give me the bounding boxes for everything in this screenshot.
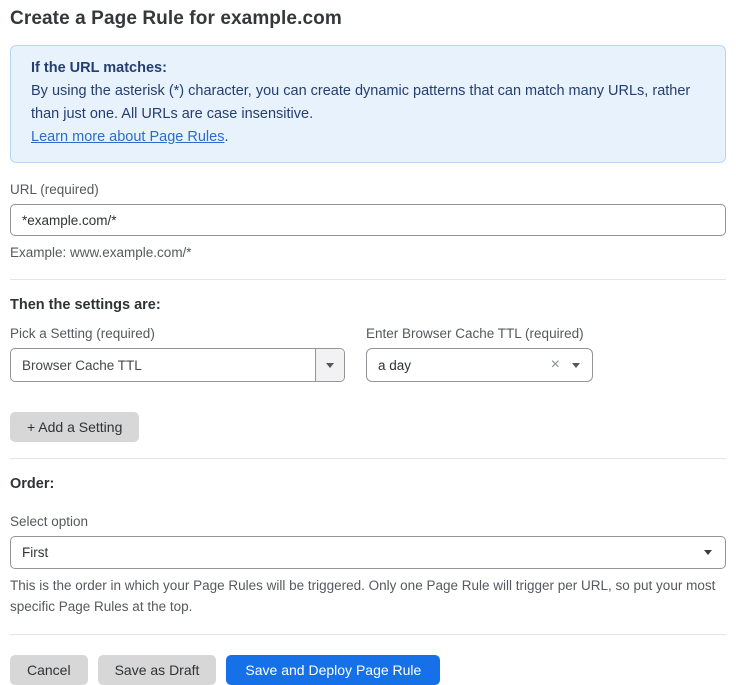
order-helper-text: This is the order in which your Page Rul… [10,575,726,617]
clear-icon[interactable]: × [545,357,566,373]
pick-setting-caret-cell[interactable] [315,349,344,381]
footer-actions: Cancel Save as Draft Save and Deploy Pag… [10,655,726,685]
pick-setting-select[interactable]: Browser Cache TTL [10,348,345,382]
learn-more-link[interactable]: Learn more about Page Rules [31,129,224,145]
info-box-body: By using the asterisk (*) character, you… [31,80,705,126]
link-period: . [224,129,228,145]
page-title: Create a Page Rule for example.com [10,8,726,30]
url-input[interactable] [10,204,726,236]
add-setting-button[interactable]: + Add a Setting [10,412,139,442]
save-as-draft-button[interactable]: Save as Draft [98,655,217,685]
ttl-column: Enter Browser Cache TTL (required) a day… [366,313,606,382]
cancel-button[interactable]: Cancel [10,655,88,685]
url-match-info-box: If the URL matches: By using the asteris… [10,45,726,163]
chevron-down-icon [572,363,580,368]
pick-setting-column: Pick a Setting (required) Browser Cache … [10,313,366,382]
ttl-label: Enter Browser Cache TTL (required) [366,326,606,341]
page-rule-form: Create a Page Rule for example.com If th… [0,0,736,685]
pick-setting-label: Pick a Setting (required) [10,326,366,341]
order-heading: Order: [10,476,726,492]
ttl-value: a day [367,358,545,373]
url-helper-text: Example: www.example.com/* [10,243,726,262]
settings-row: Pick a Setting (required) Browser Cache … [10,313,726,382]
divider [10,634,726,635]
info-box-link-line: Learn more about Page Rules. [31,126,705,149]
save-and-deploy-button[interactable]: Save and Deploy Page Rule [226,655,440,685]
chevron-down-icon [326,363,334,368]
info-box-heading: If the URL matches: [31,57,705,80]
settings-heading: Then the settings are: [10,297,726,313]
order-select[interactable]: First [10,536,726,569]
order-select-label: Select option [10,514,726,529]
ttl-select[interactable]: a day × [366,348,593,382]
pick-setting-value: Browser Cache TTL [11,349,315,381]
divider [10,458,726,459]
order-select-value: First [11,545,691,560]
order-caret [691,550,725,555]
divider [10,279,726,280]
chevron-down-icon [704,550,712,555]
url-label: URL (required) [10,182,726,197]
ttl-caret-button[interactable] [566,363,592,368]
